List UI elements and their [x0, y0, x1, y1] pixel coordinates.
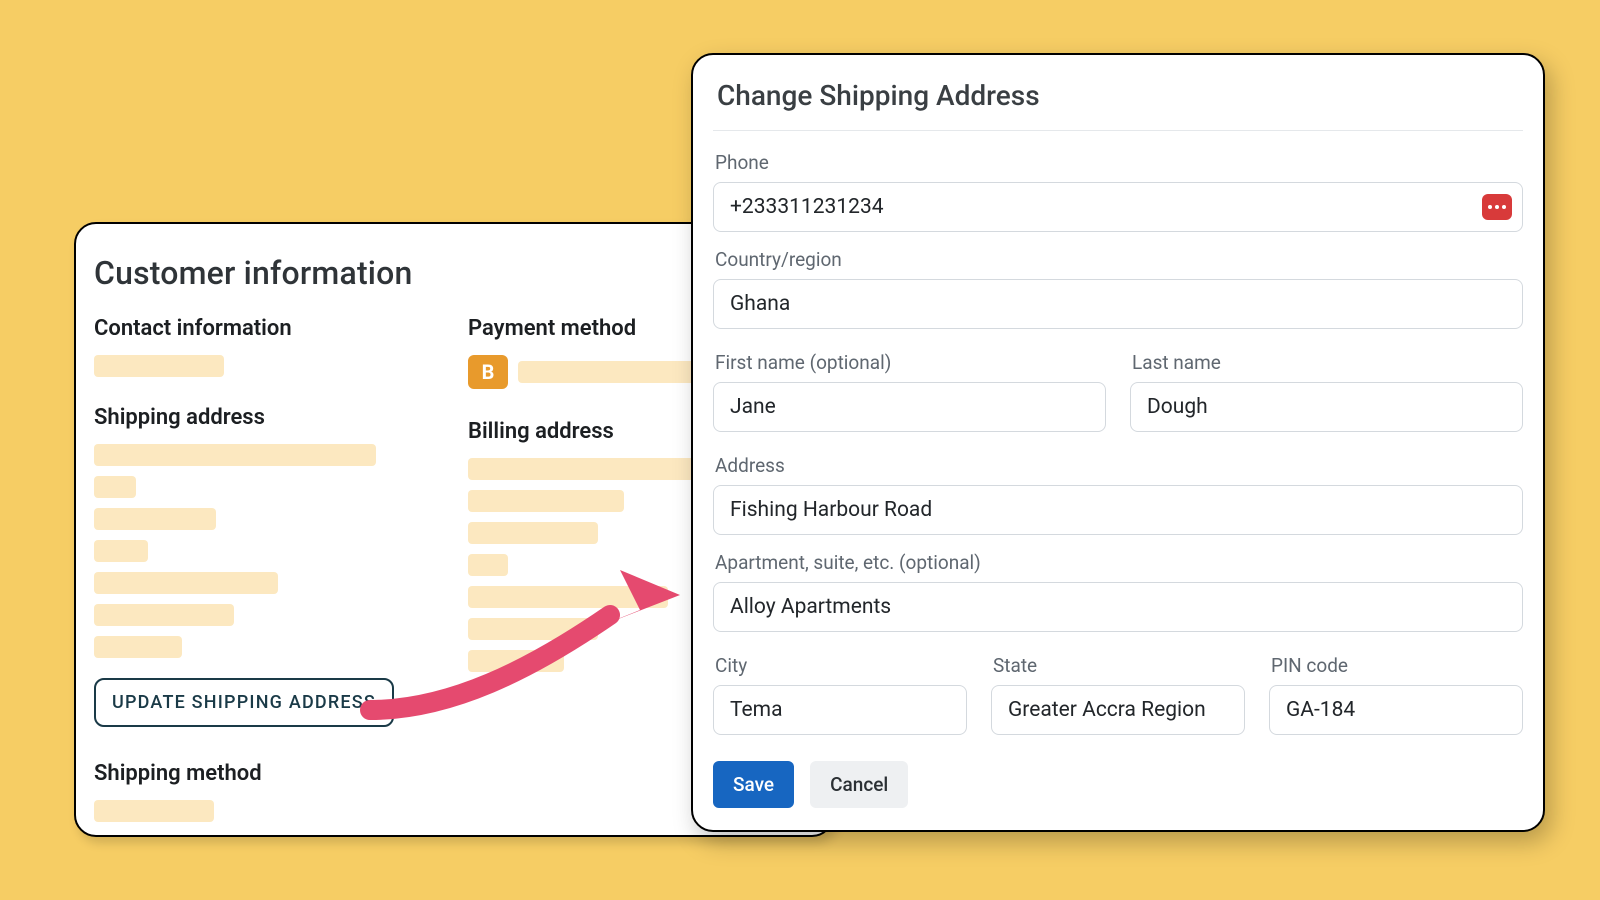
payment-badge-icon: B: [468, 355, 508, 389]
change-shipping-address-modal: Change Shipping Address Phone Country/re…: [691, 53, 1545, 832]
redacted-line: [94, 476, 136, 498]
first-name-label: First name (optional): [715, 351, 1106, 374]
last-name-input[interactable]: [1147, 383, 1506, 431]
country-input[interactable]: [730, 280, 1506, 328]
apartment-input[interactable]: [730, 583, 1506, 631]
redacted-line: [468, 586, 668, 608]
contact-information-heading: Contact information: [94, 316, 430, 341]
pin-label: PIN code: [1271, 654, 1523, 677]
shipping-method-heading: Shipping method: [94, 761, 430, 786]
redacted-line: [468, 554, 508, 576]
redacted-line: [94, 540, 148, 562]
address-label: Address: [715, 454, 1523, 477]
shipping-address-heading: Shipping address: [94, 405, 430, 430]
phone-input[interactable]: [730, 183, 1506, 231]
redacted-line: [468, 490, 624, 512]
redacted-line: [94, 508, 216, 530]
first-name-input[interactable]: [730, 383, 1089, 431]
redacted-line: [94, 444, 376, 466]
country-label: Country/region: [715, 248, 1523, 271]
left-column: Contact information Shipping address UPD…: [94, 316, 430, 832]
address-input[interactable]: [730, 486, 1506, 534]
pin-input[interactable]: [1286, 686, 1506, 734]
redacted-line: [468, 618, 598, 640]
redacted-line: [94, 604, 234, 626]
state-input[interactable]: [1008, 686, 1228, 734]
redacted-line: [468, 522, 598, 544]
city-input[interactable]: [730, 686, 950, 734]
redacted-line: [94, 636, 182, 658]
city-label: City: [715, 654, 967, 677]
state-label: State: [993, 654, 1245, 677]
last-name-label: Last name: [1132, 351, 1523, 374]
redacted-line: [94, 572, 278, 594]
update-shipping-address-button[interactable]: UPDATE SHIPPING ADDRESS: [94, 678, 394, 727]
apartment-label: Apartment, suite, etc. (optional): [715, 551, 1523, 574]
phone-action-icon[interactable]: [1482, 194, 1512, 220]
cancel-button[interactable]: Cancel: [810, 761, 908, 808]
modal-title: Change Shipping Address: [713, 73, 1523, 131]
save-button[interactable]: Save: [713, 761, 794, 808]
redacted-line: [94, 800, 214, 822]
phone-label: Phone: [715, 151, 1523, 174]
redacted-line: [468, 650, 564, 672]
redacted-line: [94, 355, 224, 377]
